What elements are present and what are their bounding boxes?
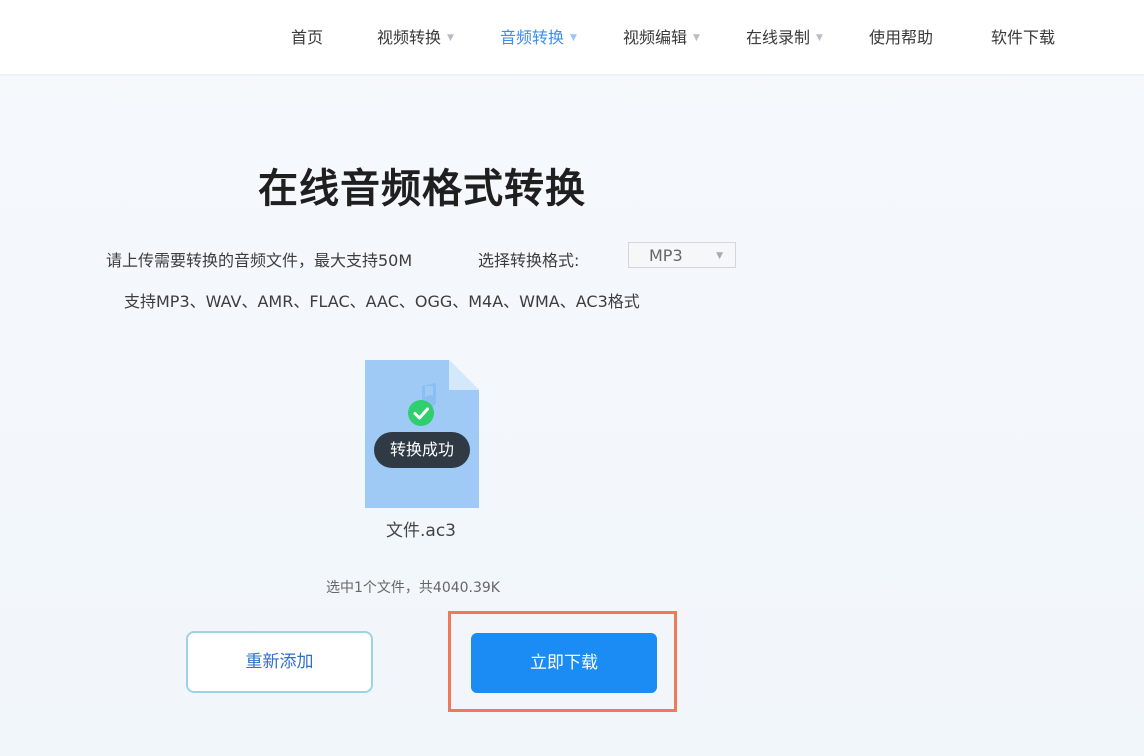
page-title: 在线音频格式转换 [258,166,586,212]
nav-item-label: 视频转换 [377,28,442,47]
top-navigation: 首页 视频转换 ▼ 音频转换 ▼ 视频编辑 ▼ 在线录制 ▼ 使用帮助 软件下载 [0,0,1144,74]
re-add-button[interactable]: 重新添加 [186,631,373,693]
nav-item-label: 使用帮助 [869,28,934,47]
nav-item-label: 在线录制 [746,28,811,47]
supported-formats-text: 支持MP3、WAV、AMR、FLAC、AAC、OGG、M4A、WMA、AC3格式 [124,292,640,311]
check-circle-icon [408,400,434,426]
format-select-value: MP3 [649,246,683,265]
nav-item-online-record[interactable]: 在线录制 ▼ [746,24,823,48]
nav-item-label: 视频编辑 [623,28,688,47]
nav-item-help[interactable]: 使用帮助 [869,24,933,48]
nav-item-video-edit[interactable]: 视频编辑 ▼ [623,24,700,48]
format-label: 选择转换格式: [478,251,580,270]
chevron-down-icon: ▼ [716,251,723,261]
chevron-down-icon: ▼ [570,33,577,43]
nav-item-label: 软件下载 [991,28,1056,47]
nav-item-video-convert[interactable]: 视频转换 ▼ [377,24,454,48]
chevron-down-icon: ▼ [693,33,700,43]
conversion-status-badge: 转换成功 [374,432,470,468]
nav-item-label: 音频转换 [500,28,565,47]
page: 首页 视频转换 ▼ 音频转换 ▼ 视频编辑 ▼ 在线录制 ▼ 使用帮助 软件下载 在线音… [0,0,1144,756]
file-card[interactable]: 转换成功 [365,360,479,508]
nav-item-home[interactable]: 首页 [291,24,323,48]
file-name: 文件.ac3 [386,521,456,541]
nav-item-software-download[interactable]: 软件下载 [991,24,1055,48]
nav-item-audio-convert[interactable]: 音频转换 ▼ [500,24,577,48]
upload-hint: 请上传需要转换的音频文件，最大支持50M [106,251,413,270]
chevron-down-icon: ▼ [816,33,823,43]
selection-summary: 选中1个文件，共4040.39K [326,580,500,596]
nav-item-label: 首页 [291,28,324,47]
chevron-down-icon: ▼ [447,33,454,43]
download-now-button[interactable]: 立即下载 [471,633,657,693]
output-format-select[interactable]: MP3 ▼ [628,242,736,268]
